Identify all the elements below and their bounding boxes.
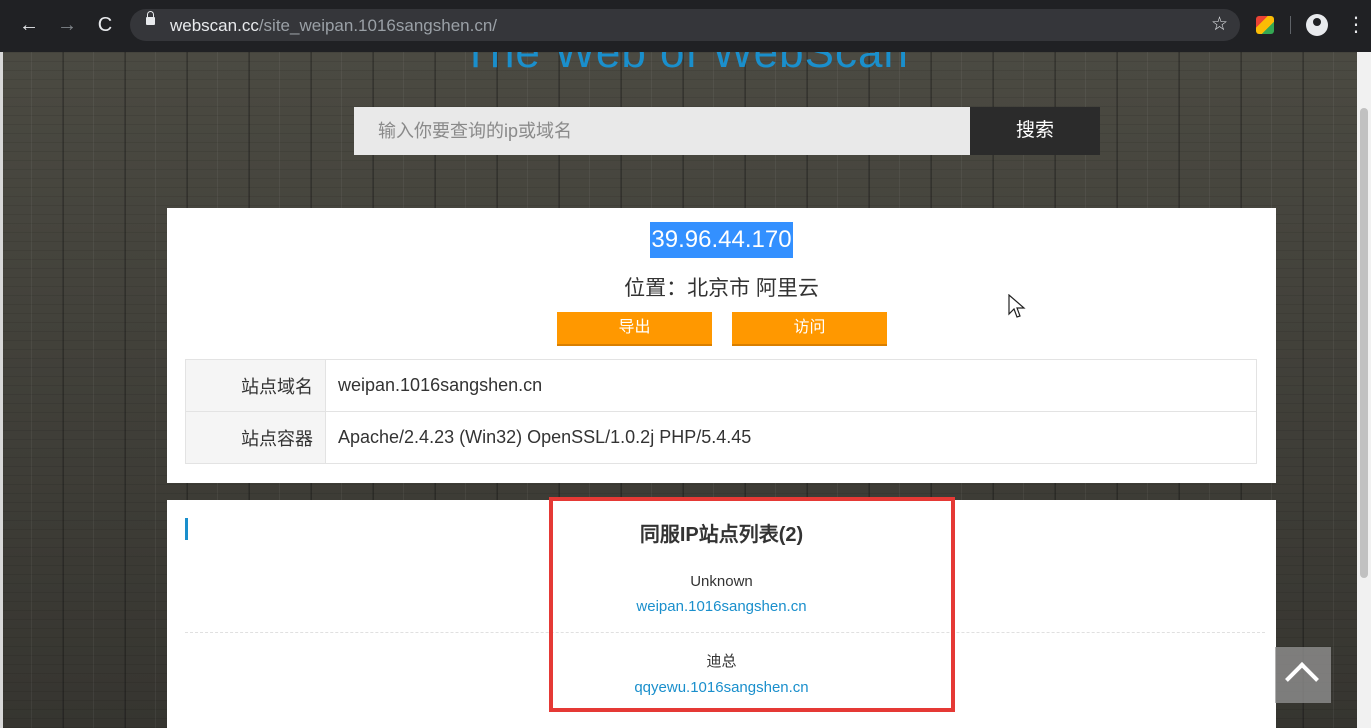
- kebab-menu-icon[interactable]: ⋮: [1346, 12, 1366, 38]
- row-value: Apache/2.4.23 (Win32) OpenSSL/1.0.2j PHP…: [325, 411, 1257, 464]
- search-button[interactable]: 搜索: [970, 107, 1100, 155]
- page-viewport: The Web of WebScan 搜索 39.96.44.170 位置：北京…: [0, 52, 1371, 728]
- window-edge: [0, 52, 3, 728]
- row-key: 站点容器: [185, 411, 326, 464]
- row-key: 站点域名: [185, 359, 326, 412]
- extension-icon[interactable]: [1256, 16, 1274, 34]
- red-highlight-annotation: [549, 497, 955, 712]
- table-row: 站点域名 weipan.1016sangshen.cn: [185, 359, 1257, 412]
- ip-address-text: 39.96.44.170: [650, 222, 793, 258]
- ip-address: 39.96.44.170: [167, 222, 1276, 258]
- scrollbar[interactable]: [1357, 52, 1371, 728]
- back-arrow-icon[interactable]: ←: [14, 10, 44, 40]
- mouse-cursor-icon: [1008, 294, 1026, 318]
- back-to-top-button[interactable]: [1275, 647, 1331, 703]
- visit-button[interactable]: 访问: [732, 312, 887, 346]
- browser-toolbar: ← → C webscan.cc/site_weipan.1016sangshe…: [0, 0, 1371, 52]
- scrollbar-thumb[interactable]: [1360, 108, 1368, 578]
- reload-icon[interactable]: C: [90, 10, 120, 40]
- bookmark-star-icon[interactable]: ☆: [1211, 13, 1228, 36]
- location-text: 位置：北京市 阿里云: [624, 277, 819, 300]
- table-row: 站点容器 Apache/2.4.23 (Win32) OpenSSL/1.0.2…: [185, 411, 1257, 464]
- site-info-table: 站点域名 weipan.1016sangshen.cn 站点容器 Apache/…: [185, 359, 1257, 464]
- url-text[interactable]: webscan.cc/site_weipan.1016sangshen.cn/: [170, 16, 497, 36]
- profile-icon[interactable]: [1306, 14, 1328, 36]
- site-title: The Web of WebScan: [462, 52, 909, 77]
- search-input[interactable]: [354, 107, 970, 155]
- ip-info-card: 39.96.44.170 位置：北京市 阿里云 导出 访问 站点域名 weipa…: [167, 208, 1276, 483]
- row-value: weipan.1016sangshen.cn: [325, 359, 1257, 412]
- toolbar-divider: [1290, 16, 1291, 34]
- forward-arrow-icon[interactable]: →: [52, 10, 82, 40]
- export-button[interactable]: 导出: [557, 312, 712, 346]
- address-bar[interactable]: webscan.cc/site_weipan.1016sangshen.cn/ …: [130, 9, 1240, 41]
- lock-icon: [146, 11, 155, 25]
